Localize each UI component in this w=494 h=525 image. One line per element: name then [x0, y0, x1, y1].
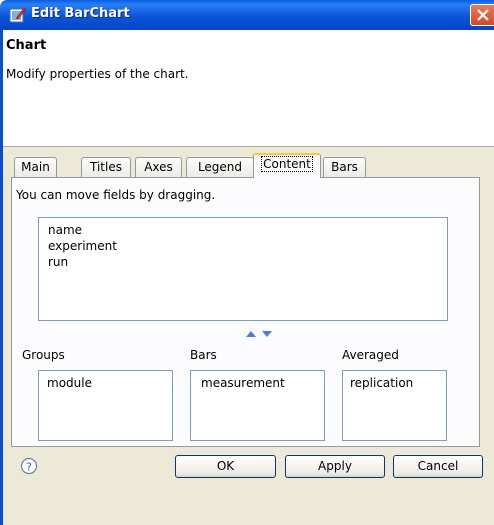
svg-text:?: ? — [26, 461, 32, 474]
bars-label: Bars — [190, 348, 217, 362]
tab-legend[interactable]: Legend — [186, 157, 254, 177]
averaged-label: Averaged — [342, 348, 399, 362]
tab-titles[interactable]: Titles — [81, 157, 131, 177]
ok-button[interactable]: OK — [175, 455, 276, 478]
groups-label: Groups — [22, 348, 65, 362]
tab-label: Content — [261, 156, 313, 172]
arrow-up-icon — [246, 331, 256, 337]
tab-label: Axes — [144, 160, 173, 174]
edit-chart-icon — [9, 7, 26, 23]
list-item[interactable]: replication — [350, 375, 446, 391]
averaged-list[interactable]: replication — [342, 370, 447, 441]
close-icon — [477, 9, 489, 21]
help-icon[interactable]: ? — [20, 457, 38, 475]
drag-hint: You can move fields by dragging. — [16, 188, 216, 202]
tab-bars[interactable]: Bars — [323, 157, 366, 177]
cancel-button[interactable]: Cancel — [393, 455, 483, 478]
page-description: Modify properties of the chart. — [6, 67, 189, 81]
fields-list[interactable]: name experiment run — [38, 217, 448, 321]
list-item[interactable]: experiment — [48, 238, 447, 254]
apply-button[interactable]: Apply — [285, 455, 385, 478]
move-arrows[interactable] — [244, 328, 274, 338]
page-title: Chart — [6, 38, 47, 53]
tab-label: Main — [21, 160, 50, 174]
tab-label: Titles — [90, 160, 122, 174]
title-bar[interactable]: Edit BarChart — [0, 0, 494, 30]
tab-label: Legend — [197, 160, 243, 174]
list-item[interactable]: module — [47, 375, 172, 391]
arrow-down-icon — [262, 331, 272, 337]
close-button[interactable] — [470, 4, 494, 26]
list-item[interactable]: name — [48, 222, 447, 238]
tab-content[interactable]: Content — [253, 153, 321, 178]
tab-label: Bars — [331, 160, 358, 174]
tab-axes[interactable]: Axes — [135, 157, 182, 177]
bars-list[interactable]: measurement — [190, 370, 325, 441]
list-item[interactable]: run — [48, 254, 447, 270]
groups-list[interactable]: module — [38, 370, 173, 441]
dialog-header — [3, 30, 494, 147]
window-title: Edit BarChart — [31, 6, 130, 21]
tab-main[interactable]: Main — [14, 157, 57, 177]
list-item[interactable]: measurement — [201, 375, 324, 391]
